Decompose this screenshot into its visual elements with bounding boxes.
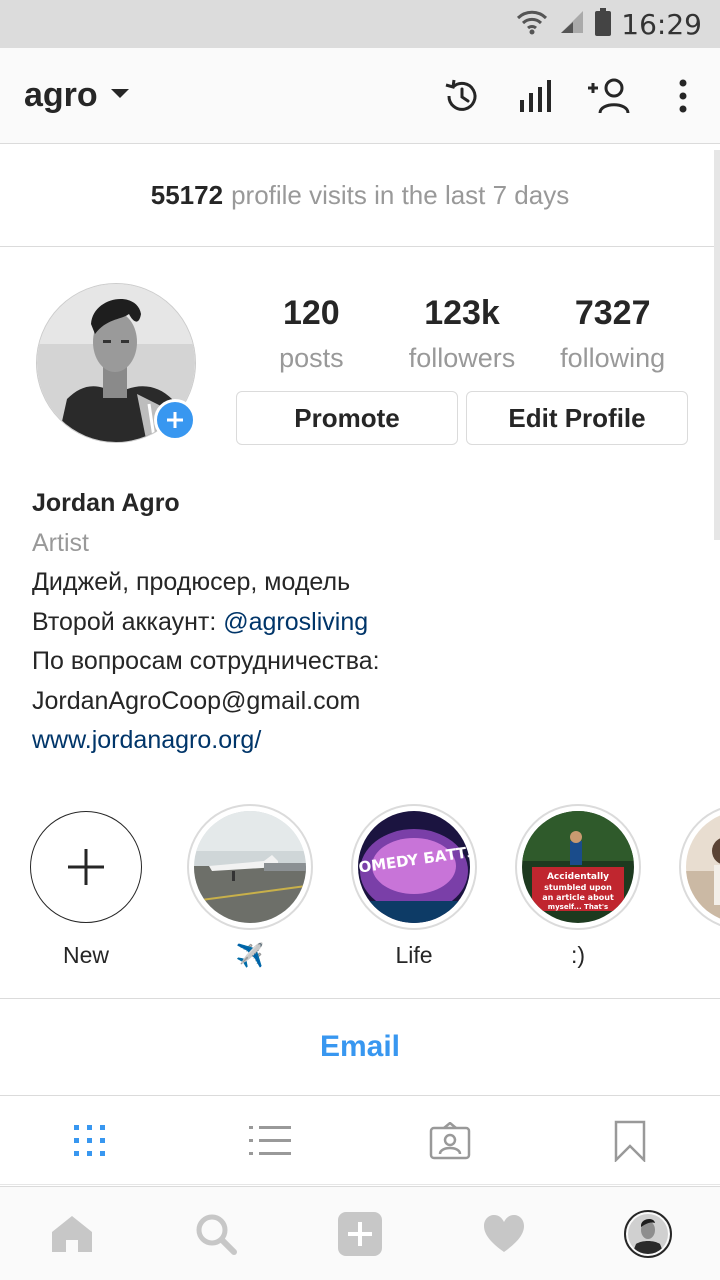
edit-profile-button[interactable]: Edit Profile xyxy=(466,391,688,445)
visits-text: profile visits in the last 7 days xyxy=(231,180,570,210)
signal-icon xyxy=(559,9,585,40)
tagged-photos-icon xyxy=(429,1121,471,1159)
svg-text:Accidentally: Accidentally xyxy=(547,872,609,882)
stat-following[interactable]: 7327 following xyxy=(537,290,688,380)
nav-activity[interactable] xyxy=(432,1187,576,1280)
nav-search[interactable] xyxy=(144,1187,288,1280)
stat-value: 120 xyxy=(282,294,340,332)
profile-category: Artist xyxy=(32,528,89,557)
archive-history-icon[interactable] xyxy=(424,48,498,144)
heart-icon xyxy=(484,1214,524,1252)
tab-grid[interactable] xyxy=(0,1097,180,1184)
tab-tagged[interactable] xyxy=(360,1097,540,1184)
bookmark-icon xyxy=(614,1120,646,1162)
profile-visits-banner[interactable]: 55172 profile visits in the last 7 days xyxy=(0,145,720,247)
stat-label: followers xyxy=(408,343,516,373)
tab-saved[interactable] xyxy=(540,1097,720,1184)
bottom-navigation xyxy=(0,1186,720,1280)
profile-view-tabs xyxy=(0,1097,720,1185)
bio-text: Второй аккаунт: xyxy=(32,607,224,636)
bio-line: Второй аккаунт: @agrosliving xyxy=(32,603,692,643)
profile-avatar-icon xyxy=(624,1209,672,1258)
promote-button[interactable]: Promote xyxy=(236,391,458,445)
nav-home[interactable] xyxy=(0,1187,144,1280)
highlight-airplane[interactable]: ✈️ xyxy=(186,804,314,972)
account-name: agro xyxy=(24,76,98,114)
insights-chart-icon[interactable] xyxy=(498,48,572,144)
scrollbar xyxy=(714,150,720,540)
email-label: Email xyxy=(319,1030,401,1063)
profile-stats: 120 posts 123k followers 7327 following xyxy=(236,290,688,380)
website-link[interactable]: www.jordanagro.org/ xyxy=(32,721,692,761)
profile-header: agro xyxy=(0,48,720,144)
nav-profile[interactable] xyxy=(576,1187,720,1280)
home-icon xyxy=(52,1215,92,1252)
bio-line: Диджей, продюсер, модель xyxy=(32,568,351,596)
stat-label: following xyxy=(560,343,666,373)
bio-line: JordanAgroCoop@gmail.com xyxy=(32,686,361,715)
tab-list[interactable] xyxy=(180,1097,360,1184)
highlight-cover: COMEDY БАТТЛ xyxy=(358,811,470,923)
stat-value: 123k xyxy=(424,294,500,332)
search-icon xyxy=(196,1214,237,1255)
highlight-new[interactable]: New xyxy=(22,804,150,972)
wifi-icon xyxy=(515,9,549,40)
mention-link[interactable]: @agrosliving xyxy=(223,608,368,636)
email-button[interactable]: Email xyxy=(0,998,720,1096)
add-post-icon xyxy=(338,1211,382,1256)
highlight-cover xyxy=(686,811,720,923)
highlight-cover xyxy=(194,811,306,923)
svg-text:myself... That's: myself... That's xyxy=(548,903,608,911)
highlight-label: New xyxy=(62,942,109,968)
add-story-badge[interactable] xyxy=(154,399,196,441)
stat-posts[interactable]: 120 posts xyxy=(236,290,387,380)
highlight-smiley[interactable]: Accidentally stumbled upon an article ab… xyxy=(514,804,642,972)
discover-people-icon[interactable] xyxy=(572,48,646,144)
highlight-label: Life xyxy=(395,942,433,968)
highlight-life[interactable]: COMEDY БАТТЛ Life xyxy=(350,804,478,972)
stat-label: posts xyxy=(279,343,344,373)
stat-followers[interactable]: 123k followers xyxy=(387,290,538,380)
profile-avatar[interactable] xyxy=(36,283,196,443)
chevron-down-icon xyxy=(110,87,130,105)
story-highlights: New ✈️ COMEDY БАТТЛ Life Accidentally st… xyxy=(0,800,720,972)
account-switcher[interactable]: agro xyxy=(24,76,130,115)
highlight-label: W xyxy=(678,942,720,972)
status-bar: 16:29 xyxy=(0,0,720,48)
grid-icon xyxy=(74,1124,105,1156)
svg-text:an article about: an article about xyxy=(542,893,614,902)
profile-name: Jordan Agro xyxy=(32,489,180,517)
battery-icon xyxy=(595,7,612,41)
more-options-icon[interactable] xyxy=(646,48,720,144)
bio-line: По вопросам сотрудничества: xyxy=(32,647,380,675)
highlight-label: :) xyxy=(570,942,586,968)
clock-time: 16:29 xyxy=(621,7,702,41)
plus-icon xyxy=(68,849,104,885)
visits-count: 55172 xyxy=(150,180,224,210)
list-icon xyxy=(249,1125,291,1155)
new-highlight-circle xyxy=(30,811,142,923)
highlight-cover: Accidentally stumbled upon an article ab… xyxy=(522,811,634,923)
stat-value: 7327 xyxy=(574,294,651,332)
svg-text:stumbled upon: stumbled upon xyxy=(544,883,612,892)
profile-bio: Jordan Agro Artist Диджей, продюсер, мод… xyxy=(32,484,692,761)
highlight-label: ✈️ xyxy=(235,942,265,968)
nav-add[interactable] xyxy=(288,1187,432,1280)
highlight-w[interactable]: W xyxy=(678,804,720,972)
